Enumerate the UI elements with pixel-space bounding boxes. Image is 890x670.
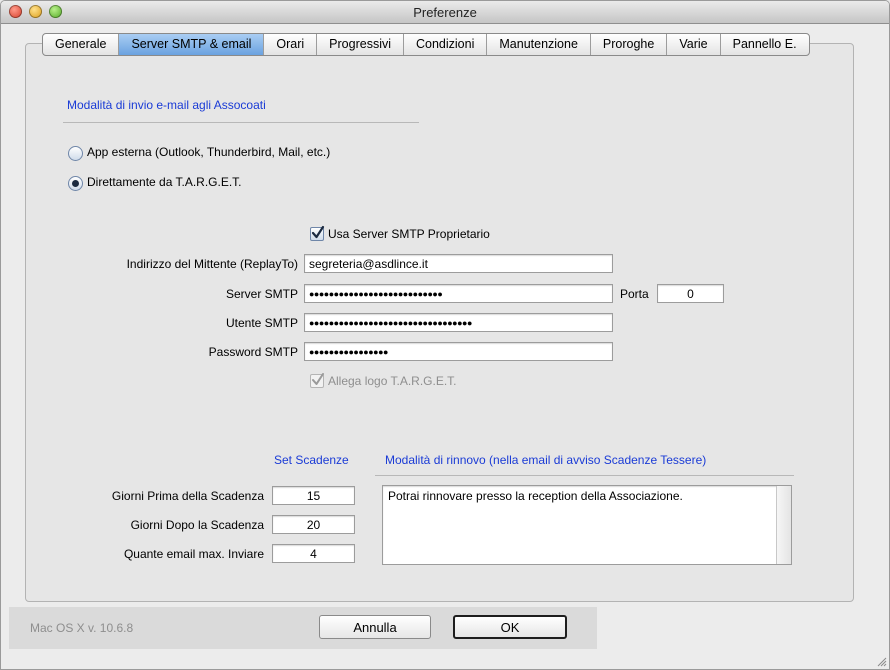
tab-pannello-e[interactable]: Pannello E.: [721, 34, 809, 55]
smtp-password-field[interactable]: ●●●●●●●●●●●●●●●●: [304, 342, 613, 361]
tab-progressivi[interactable]: Progressivi: [317, 34, 404, 55]
tab-orari[interactable]: Orari: [264, 34, 318, 55]
window-title: Preferenze: [413, 5, 477, 20]
smtp-user-label: Utente SMTP: [225, 316, 298, 330]
port-label: Porta: [620, 287, 649, 301]
days-before-label: Giorni Prima della Scadenza: [111, 489, 264, 503]
renewal-text-area[interactable]: Potrai rinnovare presso la reception del…: [382, 485, 792, 565]
days-before-field[interactable]: 15: [272, 486, 355, 505]
tab-bar: Generale Server SMTP & email Orari Progr…: [42, 33, 810, 56]
attach-logo-checkbox[interactable]: [310, 373, 324, 388]
preferences-window: Preferenze Generale Server SMTP & email …: [0, 0, 890, 670]
radio-external-app[interactable]: [68, 146, 83, 161]
tab-generale[interactable]: Generale: [43, 34, 120, 55]
renewal-heading: Modalità di rinnovo (nella email di avvi…: [385, 453, 707, 467]
send-mode-divider: [63, 122, 419, 123]
tab-server-smtp-email[interactable]: Server SMTP & email: [119, 34, 265, 55]
smtp-server-label: Server SMTP: [225, 287, 298, 301]
port-field[interactable]: 0: [657, 284, 724, 303]
send-mode-heading: Modalità di invio e-mail agli Assocoati: [67, 98, 266, 112]
max-emails-label: Quante email max. Inviare: [123, 547, 264, 561]
resize-grip-icon[interactable]: [875, 655, 887, 667]
os-version-label: Mac OS X v. 10.6.8: [30, 621, 134, 635]
use-own-smtp-checkbox[interactable]: [310, 225, 325, 241]
checkmark-icon: [312, 373, 324, 385]
title-bar[interactable]: Preferenze: [1, 1, 889, 24]
tab-proroghe[interactable]: Proroghe: [591, 34, 668, 55]
days-after-label: Giorni Dopo la Scadenza: [130, 518, 264, 532]
radio-external-app-label[interactable]: App esterna (Outlook, Thunderbird, Mail,…: [87, 145, 330, 159]
deadlines-heading: Set Scadenze: [274, 453, 349, 467]
smtp-user-field[interactable]: ●●●●●●●●●●●●●●●●●●●●●●●●●●●●●●●●●: [304, 313, 613, 332]
smtp-password-label: Password SMTP: [208, 345, 298, 359]
max-emails-field[interactable]: 4: [272, 544, 355, 563]
cancel-button[interactable]: Annulla: [319, 615, 431, 639]
radio-direct-target[interactable]: [68, 176, 83, 191]
smtp-server-field[interactable]: ●●●●●●●●●●●●●●●●●●●●●●●●●●●: [304, 284, 613, 303]
attach-logo-label[interactable]: Allega logo T.A.R.G.E.T.: [328, 374, 457, 388]
days-after-field[interactable]: 20: [272, 515, 355, 534]
renewal-scrollbar[interactable]: [776, 486, 791, 564]
sender-address-field[interactable]: segreteria@asdlince.it: [304, 254, 613, 273]
tab-varie[interactable]: Varie: [667, 34, 721, 55]
renewal-divider: [375, 475, 794, 476]
tab-condizioni[interactable]: Condizioni: [404, 34, 488, 55]
use-own-smtp-label[interactable]: Usa Server SMTP Proprietario: [328, 227, 490, 241]
ok-button[interactable]: OK: [453, 615, 567, 639]
renewal-text: Potrai rinnovare presso la reception del…: [388, 489, 683, 503]
radio-direct-target-label[interactable]: Direttamente da T.A.R.G.E.T.: [87, 175, 242, 189]
tab-manutenzione[interactable]: Manutenzione: [487, 34, 591, 55]
sender-address-label: Indirizzo del Mittente (ReplayTo): [126, 257, 298, 271]
checkmark-icon: [311, 225, 325, 239]
